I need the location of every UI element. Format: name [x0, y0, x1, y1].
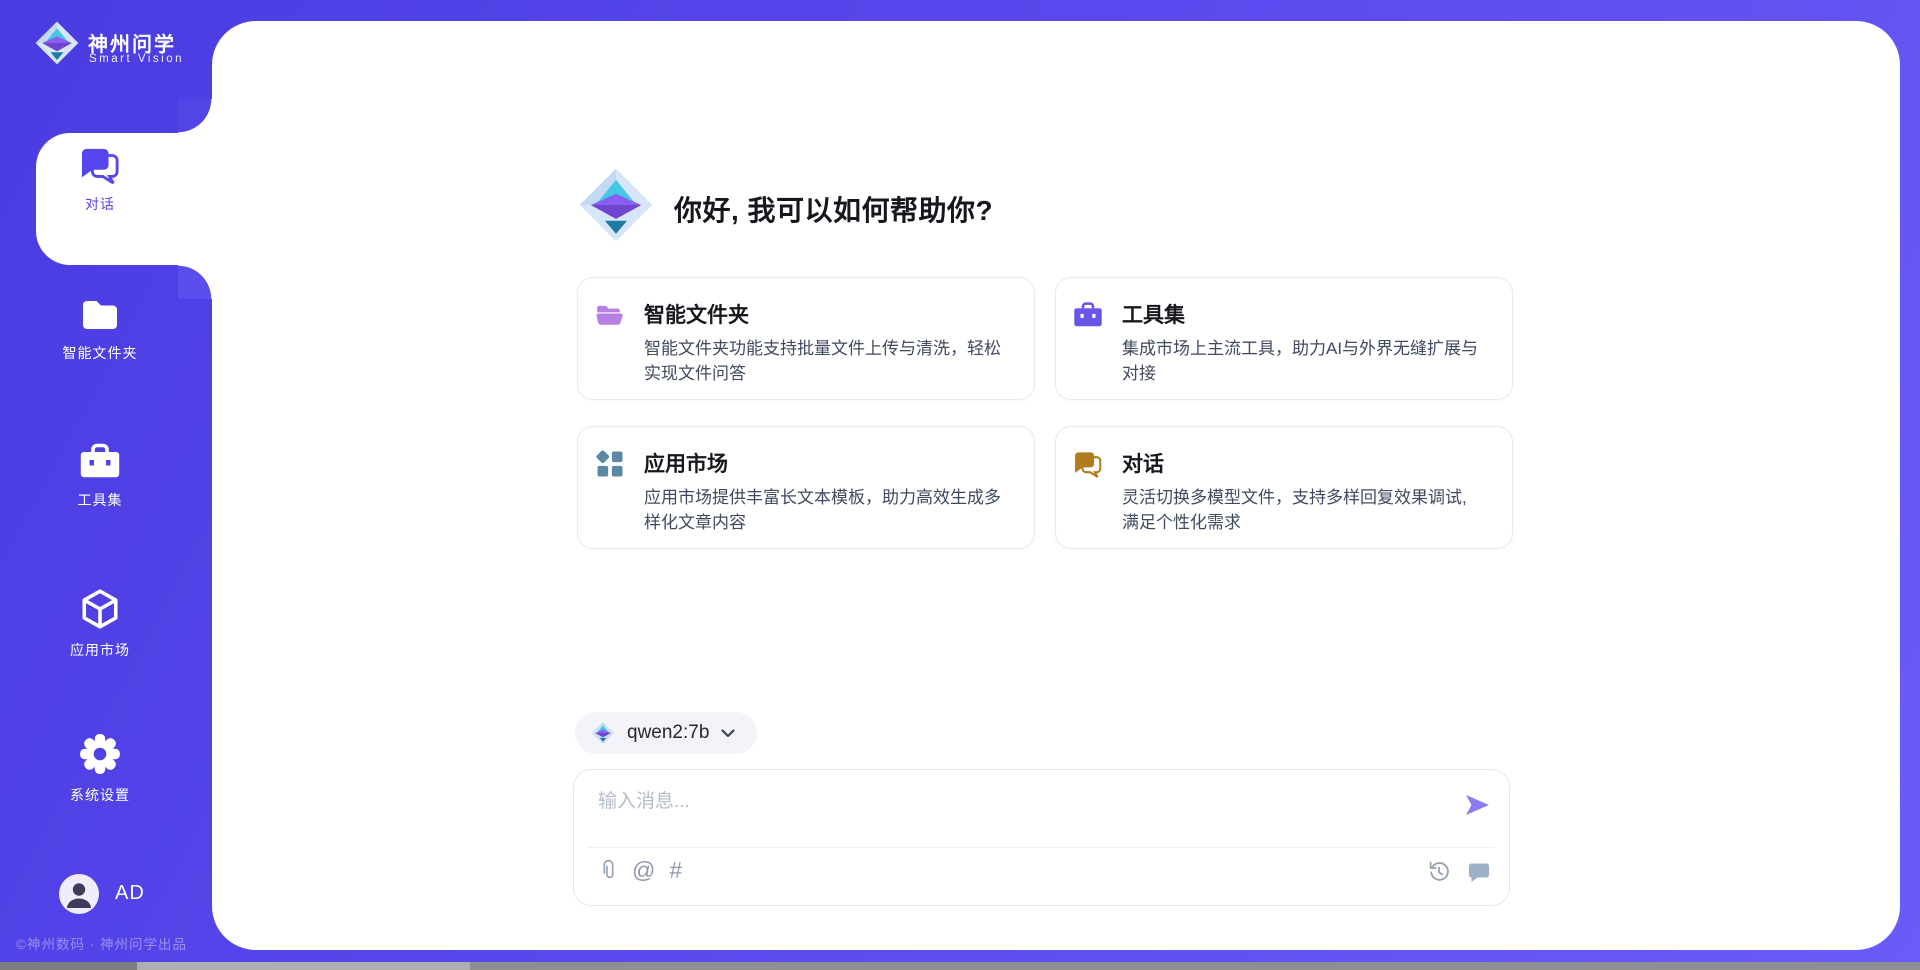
- greeting-diamond-icon: [577, 166, 655, 244]
- app-logo: 神州问学 Smart Vision: [34, 20, 204, 74]
- brand-diamond-icon: [34, 20, 80, 66]
- greeting-title: 你好, 我可以如何帮助你?: [674, 189, 993, 229]
- sidebar-item-chat[interactable]: 对话: [0, 146, 200, 214]
- attach-file-button[interactable]: [596, 858, 618, 882]
- chat-bubbles-icon: [1073, 449, 1103, 479]
- paperclip-icon: [596, 858, 618, 882]
- brand-name-en: Smart Vision: [89, 53, 184, 65]
- chat-bubble-icon: [1467, 860, 1491, 884]
- sidebar-item-app-market[interactable]: 应用市场: [0, 588, 200, 660]
- feature-card-toolset[interactable]: 工具集 集成市场上主流工具，助力AI与外界无缝扩展与 对接: [1055, 277, 1513, 400]
- user-initials: AD: [115, 882, 145, 905]
- history-clock-icon: [1427, 860, 1451, 884]
- cube-icon: [79, 588, 121, 630]
- card-description: 集成市场上主流工具，助力AI与外界无缝扩展与 对接: [1122, 336, 1502, 386]
- card-description: 灵活切换多模型文件，支持多样回复效果调试, 满足个性化需求: [1122, 485, 1502, 535]
- message-composer: @ #: [573, 769, 1510, 906]
- scrollbar-corner: [0, 962, 137, 970]
- card-title: 智能文件夹: [644, 299, 749, 329]
- sidebar-item-settings[interactable]: 系统设置: [0, 733, 200, 805]
- tab-fillet-bottom: [178, 265, 214, 299]
- toolbox-icon: [79, 443, 121, 480]
- model-diamond-icon: [591, 721, 615, 745]
- history-button[interactable]: [1427, 860, 1451, 884]
- sidebar-item-label: 工具集: [0, 490, 200, 510]
- horizontal-scrollbar[interactable]: [0, 962, 1920, 970]
- sidebar-item-label: 智能文件夹: [0, 343, 200, 363]
- card-title: 对话: [1122, 448, 1164, 478]
- feature-card-smart-folder[interactable]: 智能文件夹 智能文件夹功能支持批量文件上传与清洗，轻松 实现文件问答: [577, 277, 1035, 400]
- gear-icon: [79, 733, 121, 775]
- card-description: 应用市场提供丰富长文本模板，助力高效生成多 样化文章内容: [644, 485, 1024, 535]
- open-folder-icon: [595, 300, 625, 330]
- sidebar-item-label: 应用市场: [0, 640, 200, 660]
- toolbox-icon: [1073, 300, 1103, 330]
- at-icon: @: [632, 858, 655, 882]
- card-title: 工具集: [1122, 299, 1185, 329]
- message-input[interactable]: [598, 786, 1418, 838]
- tab-fillet-top: [178, 99, 214, 133]
- sidebar-item-toolset[interactable]: 工具集: [0, 443, 200, 510]
- sidebar-item-smart-folder[interactable]: 智能文件夹: [0, 297, 200, 363]
- chat-bubbles-icon: [79, 146, 121, 184]
- mention-button[interactable]: @: [632, 858, 655, 882]
- avatar: [59, 874, 99, 914]
- card-description: 智能文件夹功能支持批量文件上传与清洗，轻松 实现文件问答: [644, 336, 1024, 386]
- model-name: qwen2:7b: [627, 722, 709, 744]
- apps-grid-icon: [595, 449, 625, 479]
- card-title: 应用市场: [644, 448, 728, 478]
- chevron-down-icon: [721, 729, 735, 738]
- feature-card-app-market[interactable]: 应用市场 应用市场提供丰富长文本模板，助力高效生成多 样化文章内容: [577, 426, 1035, 549]
- composer-divider: [588, 847, 1495, 848]
- feature-card-chat[interactable]: 对话 灵活切换多模型文件，支持多样回复效果调试, 满足个性化需求: [1055, 426, 1513, 549]
- model-selector[interactable]: qwen2:7b: [575, 712, 757, 754]
- folder-icon: [79, 297, 121, 333]
- copyright-footer: ©神州数码 · 神州问学出品: [16, 933, 216, 953]
- hash-icon: #: [669, 858, 682, 882]
- sidebar-item-label: 对话: [0, 194, 200, 214]
- scrollbar-thumb[interactable]: [137, 962, 470, 970]
- send-icon: [1463, 792, 1491, 818]
- send-button[interactable]: [1463, 792, 1491, 818]
- topic-button[interactable]: #: [669, 858, 682, 882]
- new-chat-button[interactable]: [1467, 860, 1491, 884]
- sidebar-item-label: 系统设置: [0, 785, 200, 805]
